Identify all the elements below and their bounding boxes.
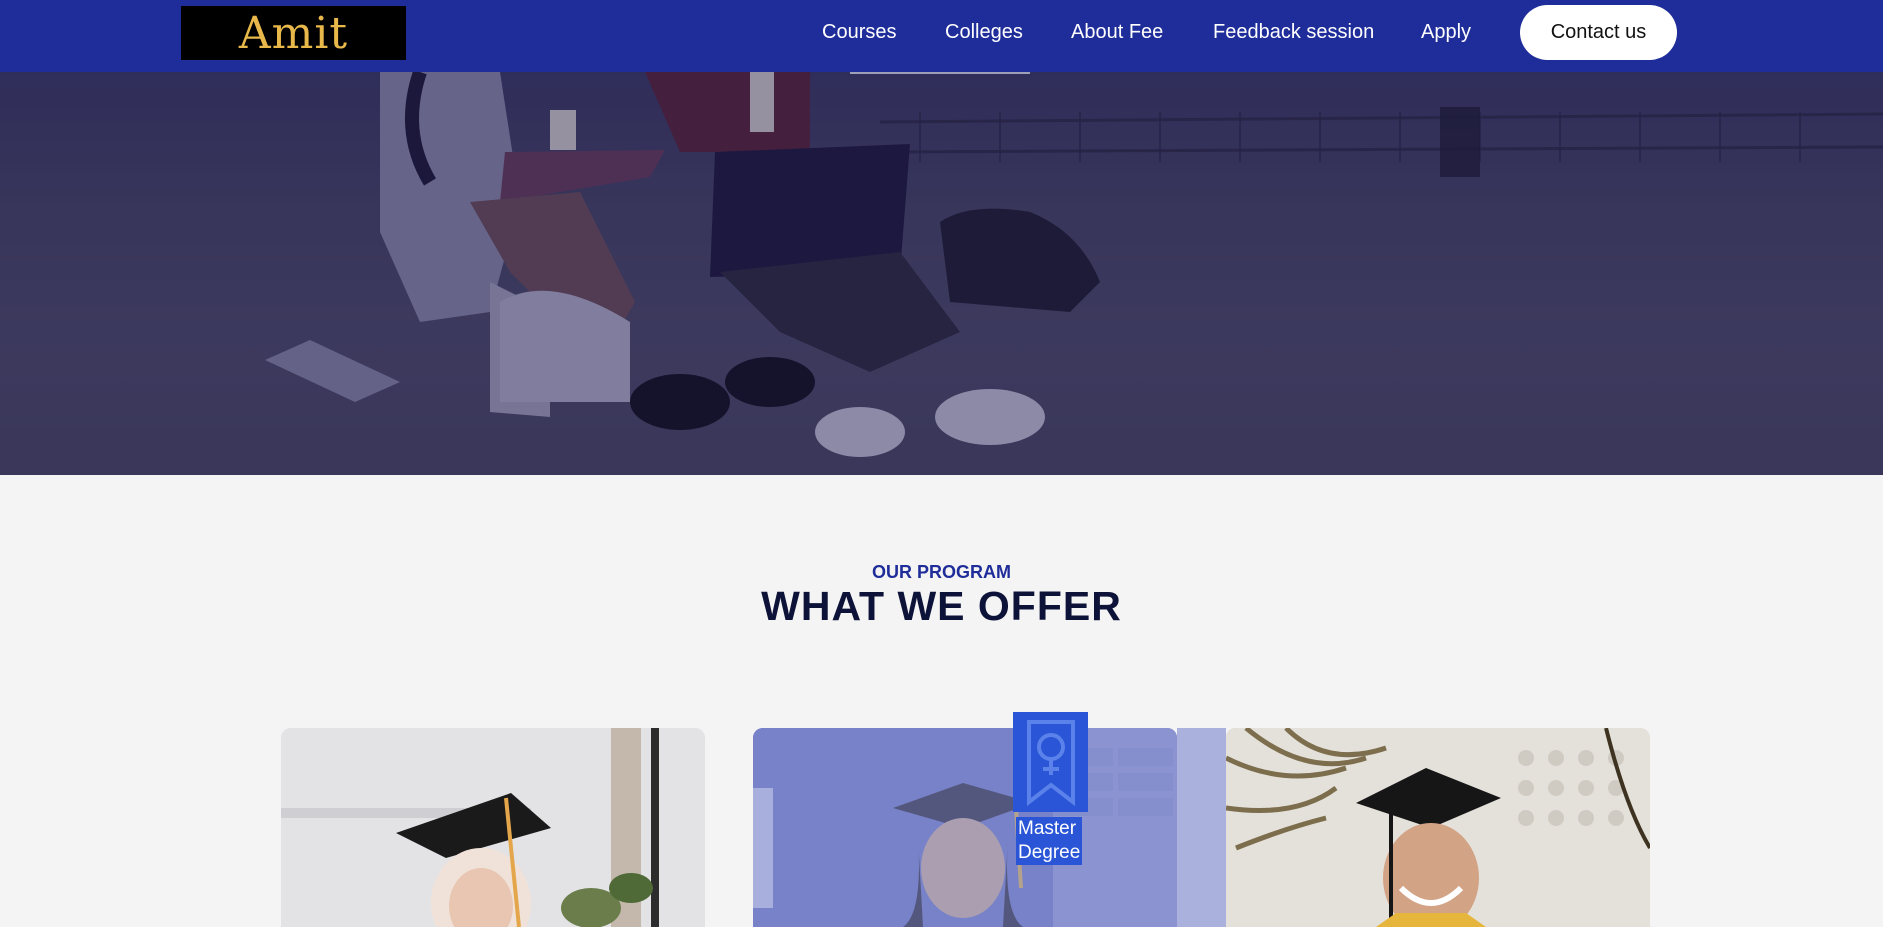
badge-label: Master Degree [1016, 817, 1083, 865]
card-2-tint [753, 728, 1177, 927]
badge-icon-box [1013, 712, 1088, 812]
program-card-1[interactable] [281, 728, 705, 927]
hero-image [0, 72, 1883, 475]
program-card-3[interactable] [1226, 728, 1650, 927]
program-card-2[interactable] [753, 728, 1177, 927]
nav-apply[interactable]: Apply [1421, 21, 1471, 44]
card-2-side-panel [1177, 728, 1226, 927]
hero-overlay [0, 72, 1883, 475]
logo-text: Amit [238, 7, 349, 59]
nav-colleges[interactable]: Colleges [945, 21, 1023, 44]
graduate-smiling-man-photo [1226, 728, 1650, 927]
nav-courses[interactable]: Courses [822, 21, 896, 44]
nav-feedback-session[interactable]: Feedback session [1213, 21, 1374, 44]
master-degree-badge[interactable]: Master Degree [1013, 712, 1088, 869]
female-award-ribbon-icon [1026, 720, 1075, 807]
site-header: Amit Courses Colleges About Fee Feedback… [0, 0, 1883, 72]
graduate-woman-photo [281, 728, 705, 927]
contact-us-button[interactable]: Contact us [1520, 5, 1677, 60]
badge-label-line2: Degree [1018, 842, 1081, 863]
site-logo[interactable]: Amit [181, 6, 406, 60]
section-title: WHAT WE OFFER [761, 583, 1122, 629]
section-eyebrow: OUR PROGRAM [872, 562, 1011, 582]
nav-about-fee[interactable]: About Fee [1071, 21, 1163, 44]
program-section: OUR PROGRAM WHAT WE OFFER Master Degree [0, 475, 1883, 927]
badge-label-line1: Master [1018, 818, 1077, 839]
